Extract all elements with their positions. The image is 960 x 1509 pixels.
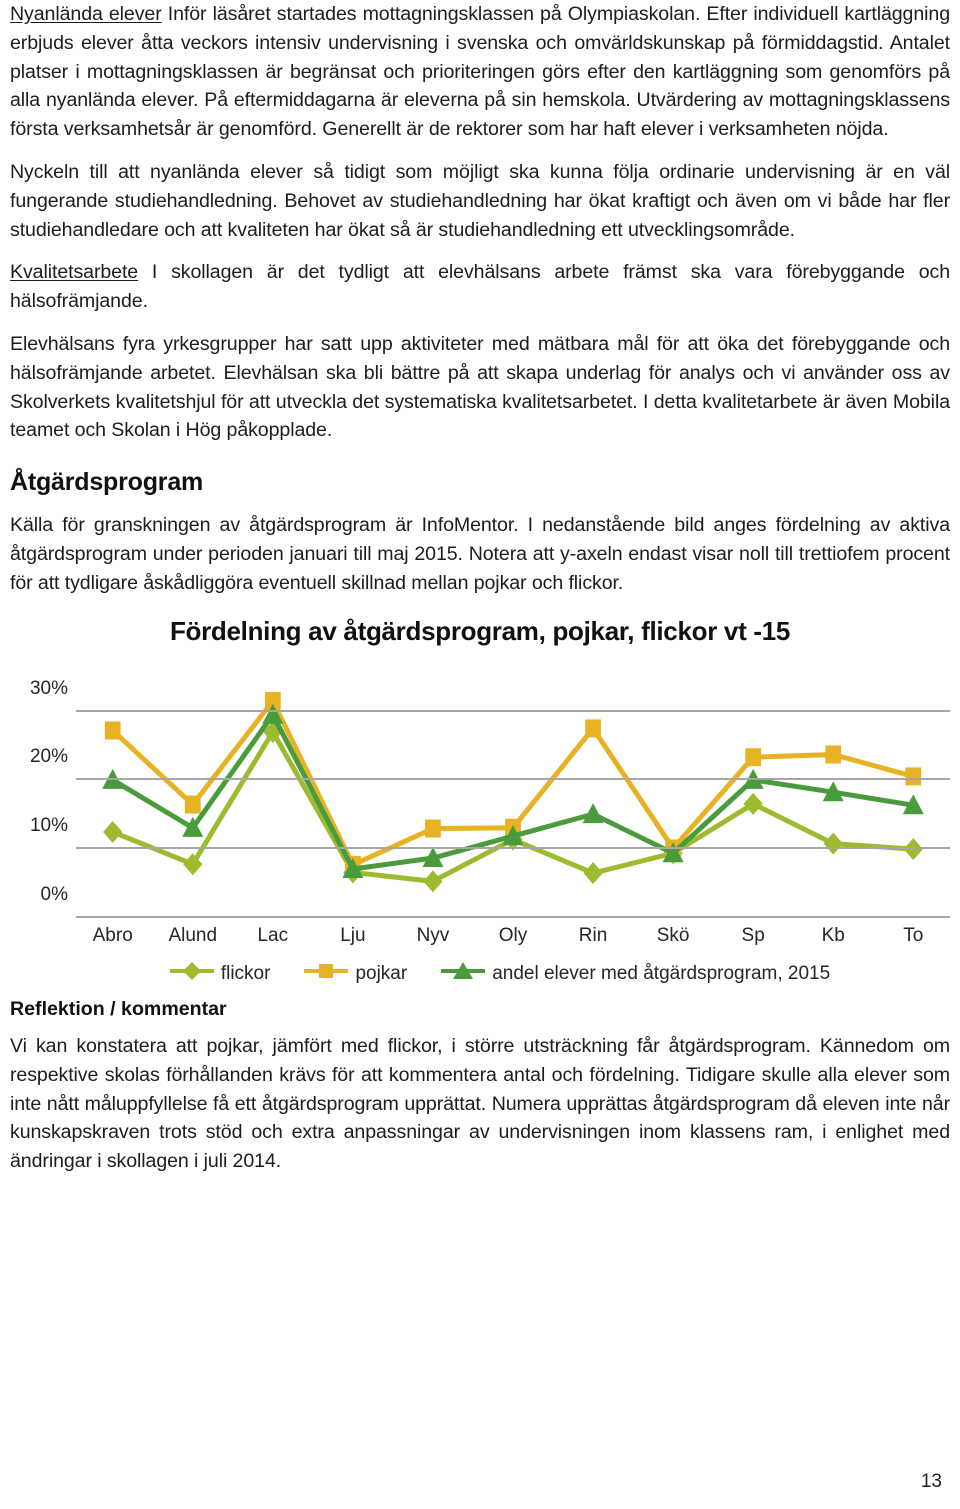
chart-data-point [583, 861, 603, 884]
chart-data-point [825, 745, 842, 764]
chart-series-svg [102, 691, 924, 892]
chart-data-point [103, 820, 123, 843]
x-axis-tick-label: Sp [741, 924, 765, 946]
chart-data-point [582, 802, 604, 823]
legend-label: pojkar [355, 962, 408, 984]
legend-item: flickor [169, 961, 271, 987]
x-axis-tick-label: Kb [821, 924, 845, 946]
chart-gridline [76, 709, 950, 712]
chart-y-axis: 0% 10% 20% 30% [10, 677, 76, 917]
y-axis-tick-label: 0% [40, 883, 68, 905]
paragraph-lead-kvalitetsarbete: Kvalitetsarbete [10, 261, 139, 284]
chart-plot-area: 0% 10% 20% 30% [10, 677, 950, 918]
legend-item: pojkar [304, 961, 407, 987]
paragraph-body-elevhalsan: Elevhälsans fyra yrkesgrupper har satt u… [10, 332, 950, 442]
chart-x-axis: Abro Alund Lac Lju Nyv Oly Rin Skö Sp Kb To [76, 917, 950, 955]
legend-item: andel elever med åtgärdsprogram, 2015 [441, 961, 830, 987]
chart-data-point [743, 792, 763, 815]
x-axis-tick-label: Skö [656, 924, 690, 946]
chart-title: Fördelning av åtgärdsprogram, pojkar, fl… [169, 615, 791, 646]
y-axis-tick-label: 30% [29, 677, 68, 699]
chart-data-point [745, 747, 762, 766]
legend-label: andel elever med åtgärdsprogram, 2015 [492, 962, 831, 984]
chart-gridline [76, 778, 950, 781]
chart-data-point [585, 718, 601, 737]
x-axis-tick-label: Rin [578, 924, 608, 946]
x-axis-tick-label: Nyv [416, 924, 450, 946]
page-number: 13 [920, 1471, 942, 1492]
chart-legend: flickor pojkar andel elever med åtgärdspro… [50, 961, 950, 987]
paragraph-reflection: Vi kan konstatera att pojkar, jämfört me… [10, 1035, 950, 1173]
y-axis-tick-label: 10% [29, 814, 68, 836]
y-axis-tick-label: 20% [29, 746, 68, 768]
chart-data-point [823, 832, 843, 855]
x-axis-tick-label: To [903, 924, 924, 946]
paragraph-kvalitetsarbete: Kvalitetsarbete I skollagen är det tydli… [10, 258, 950, 316]
document-page: Nyanlända elever Inför läsåret startades… [0, 0, 960, 1509]
x-axis-tick-label: Lju [340, 924, 366, 946]
legend-label: flickor [220, 962, 271, 984]
chart-canvas [76, 677, 950, 918]
section-heading-atgardsprogram: Åtgärdsprogram [10, 468, 204, 497]
x-axis-tick-label: Oly [498, 924, 528, 946]
paragraph-nyckeln: Nyckeln till att nyanlända elever så tid… [10, 158, 950, 244]
x-axis-tick-label: Abro [92, 924, 133, 946]
chart-series-flickor [103, 720, 923, 892]
reflection-heading: Reflektion / kommentar [10, 997, 227, 1020]
x-axis-tick-label: Lac [257, 924, 289, 946]
legend-marker-diamond-icon [169, 961, 214, 987]
chart-data-point [104, 721, 121, 740]
chart-atgardsprogram: Fördelning av åtgärdsprogram, pojkar, fl… [10, 616, 950, 987]
paragraph-nyanlanda-elever: Nyanlända elever Inför läsåret startades… [10, 0, 950, 144]
paragraph-body-nyckeln: Nyckeln till att nyanlända elever så tid… [10, 160, 950, 241]
chart-series-andel [102, 703, 924, 878]
legend-marker-square-icon [304, 961, 349, 987]
chart-data-point [184, 795, 201, 814]
chart-data-point [423, 869, 443, 892]
paragraph-body-kvalitetsarbete: I skollagen är det tydligt att elevhälsa… [10, 261, 950, 313]
chart-gridline [76, 846, 950, 849]
legend-marker-triangle-icon [441, 961, 486, 987]
chart-data-point [905, 766, 922, 785]
paragraph-atgardsprogram-intro: Källa för granskningen av åtgärdsprogram… [10, 514, 950, 594]
x-axis-tick-label: Alund [168, 924, 218, 946]
paragraph-elevhalsan: Elevhälsans fyra yrkesgrupper har satt u… [10, 330, 950, 445]
paragraph-lead-nyanlanda: Nyanlända elever [10, 3, 162, 25]
chart-data-point [425, 819, 441, 838]
